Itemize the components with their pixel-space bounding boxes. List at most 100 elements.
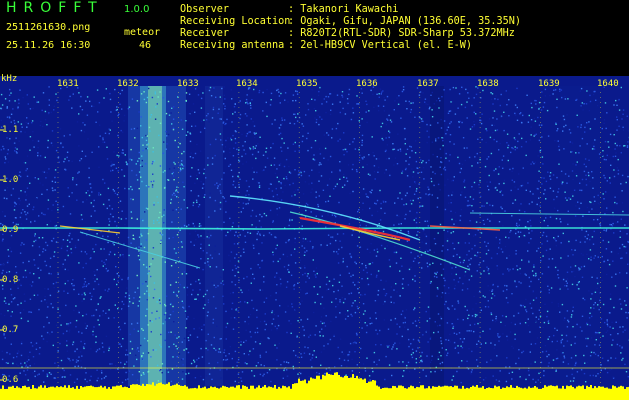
noise-speck [541, 136, 543, 138]
noise-speck [81, 293, 83, 296]
noise-speck [321, 328, 323, 330]
noise-speck [379, 329, 381, 332]
noise-speck [422, 92, 424, 94]
noise-speck [177, 230, 180, 233]
noise-speck [456, 333, 458, 335]
noise-speck [586, 122, 588, 124]
noise-speck [426, 355, 428, 357]
noise-speck [197, 234, 199, 236]
noise-speck [317, 114, 319, 117]
noise-speck [325, 315, 327, 317]
noise-speck [272, 195, 275, 198]
noise-speck [312, 259, 314, 261]
noise-speck [337, 140, 339, 142]
noise-speck [308, 353, 311, 355]
noise-speck [11, 311, 13, 313]
noise-speck [160, 239, 162, 242]
noise-speck [277, 315, 279, 317]
noise-speck [83, 340, 85, 342]
noise-speck [183, 286, 185, 289]
noise-speck [159, 122, 162, 124]
noise-speck [516, 119, 519, 121]
noise-speck [457, 300, 459, 302]
noise-speck [407, 361, 410, 364]
noise-speck [491, 204, 494, 207]
noise-speck [238, 279, 240, 281]
noise-speck [592, 374, 594, 377]
noise-speck [172, 305, 174, 308]
noise-speck [538, 309, 541, 311]
noise-speck [12, 362, 14, 365]
noise-speck [249, 232, 252, 234]
noise-speck [424, 233, 426, 235]
noise-speck [464, 305, 466, 308]
level-bar [180, 385, 182, 400]
noise-speck [589, 374, 591, 377]
noise-speck [614, 196, 616, 198]
noise-speck [414, 320, 417, 322]
noise-speck [320, 351, 323, 353]
noise-speck [415, 221, 418, 224]
noise-speck [291, 306, 294, 308]
noise-speck [605, 331, 607, 333]
noise-speck [127, 161, 129, 164]
noise-speck [489, 136, 492, 139]
noise-speck [62, 239, 65, 241]
noise-speck [592, 177, 594, 179]
noise-speck [458, 162, 461, 165]
noise-speck [67, 280, 69, 282]
noise-speck [98, 102, 101, 104]
noise-speck [292, 365, 294, 368]
noise-speck [229, 148, 231, 150]
level-bar [260, 388, 262, 400]
level-bar [104, 386, 106, 400]
level-bar [382, 388, 384, 400]
noise-speck [78, 171, 80, 173]
noise-speck [239, 234, 241, 236]
noise-speck [187, 316, 189, 318]
noise-speck [321, 118, 323, 120]
noise-speck [356, 364, 358, 366]
noise-speck [172, 310, 174, 313]
level-bar [208, 388, 210, 400]
noise-speck [598, 344, 601, 346]
noise-speck [121, 152, 123, 154]
noise-speck [130, 148, 132, 151]
noise-speck [454, 113, 457, 115]
noise-speck [460, 381, 462, 384]
noise-speck [202, 268, 204, 271]
noise-speck [311, 169, 313, 171]
noise-speck [38, 246, 41, 248]
noise-speck [399, 270, 401, 272]
noise-speck [234, 275, 236, 277]
noise-speck [589, 128, 592, 130]
noise-speck [356, 312, 358, 314]
noise-speck [556, 349, 558, 351]
level-bar [242, 385, 244, 400]
noise-speck [155, 318, 157, 320]
noise-speck [102, 235, 104, 237]
noise-speck [278, 127, 281, 129]
noise-speck [113, 317, 115, 319]
noise-speck [495, 315, 497, 318]
noise-speck [389, 119, 392, 121]
noise-speck [351, 358, 353, 360]
noise-speck [18, 197, 20, 200]
level-bar [276, 388, 278, 400]
noise-speck [394, 342, 396, 344]
noise-speck [613, 232, 615, 234]
noise-speck [377, 294, 379, 296]
noise-speck [397, 133, 399, 135]
noise-speck [619, 272, 621, 274]
noise-speck [24, 300, 26, 302]
noise-speck [61, 376, 63, 378]
noise-speck [171, 107, 173, 109]
noise-speck [494, 187, 496, 189]
noise-speck [73, 342, 76, 344]
noise-speck [84, 294, 86, 296]
noise-speck [256, 331, 259, 334]
noise-speck [98, 146, 100, 148]
noise-speck [473, 188, 475, 191]
noise-speck [37, 140, 40, 142]
noise-speck [149, 116, 152, 118]
